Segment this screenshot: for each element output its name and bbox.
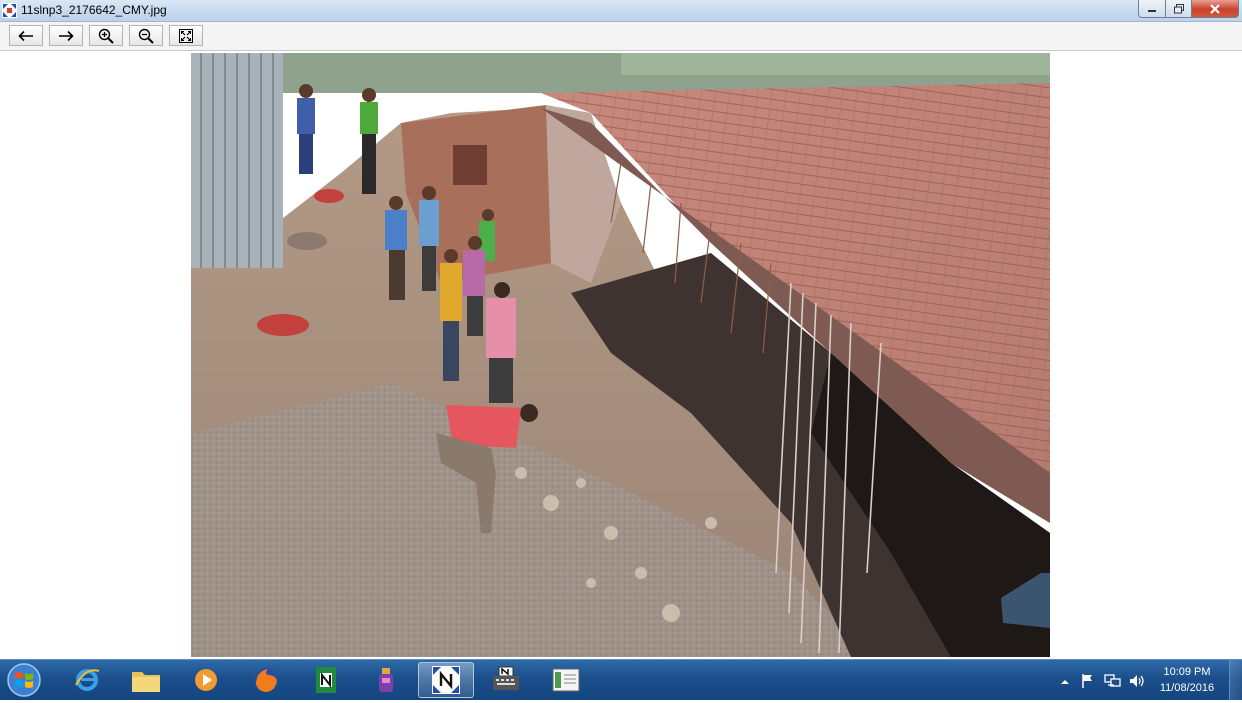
volume-icon[interactable] [1128,673,1146,693]
taskbar-nitro-app[interactable] [298,662,354,698]
n-expand-icon [432,666,460,694]
zoom-in-icon [98,28,114,44]
ink-bottle-icon [379,668,393,692]
zoom-out-icon [138,28,154,44]
ie-icon [75,669,100,691]
notebook-icon [552,668,580,692]
taskbar-file-explorer[interactable] [118,662,174,698]
clock-time[interactable]: 10:09 PM [1157,666,1217,678]
image-viewer-app-icon [2,3,17,18]
minimize-button[interactable] [1138,0,1166,18]
windows-taskbar: 10:09 PM 11/08/2016 [0,659,1242,700]
media-play-icon [195,669,217,691]
close-icon [1210,3,1220,14]
next-image-button[interactable] [49,25,83,46]
construction-site-photo [191,53,1050,657]
windows-logo-icon [7,663,41,697]
n-app-icon [316,667,336,693]
start-button[interactable] [4,661,44,699]
arrow-right-icon [59,30,74,41]
taskbar-firefox[interactable] [238,662,294,698]
firefox-icon [254,668,278,692]
zoom-out-button[interactable] [129,25,163,46]
taskbar-image-viewer[interactable] [418,662,474,698]
restore-icon [1173,3,1184,13]
show-desktop-button[interactable] [1229,660,1242,700]
show-hidden-icons-icon[interactable] [1060,673,1070,692]
taskbar-internet-explorer[interactable] [62,662,112,698]
maximize-button[interactable] [1165,0,1192,18]
network-icon[interactable] [1104,673,1122,693]
zoom-in-button[interactable] [89,25,123,46]
typewriter-icon [493,666,519,690]
action-center-flag-icon[interactable] [1080,673,1096,693]
folder-icon [132,672,160,692]
taskbar-typewriter-app[interactable] [478,662,534,698]
window-title: 11slnp3_2176642_CMY.jpg [21,3,167,17]
taskbar-media-player[interactable] [180,662,232,698]
clock-date[interactable]: 11/08/2016 [1157,682,1217,694]
image-canvas[interactable] [0,51,1242,659]
taskbar-ink-app[interactable] [358,662,414,698]
fit-to-window-button[interactable] [169,25,203,46]
viewer-toolbar [0,22,1242,51]
close-button[interactable] [1191,0,1239,18]
arrow-left-icon [18,30,33,41]
previous-image-button[interactable] [9,25,43,46]
fit-window-icon [179,28,193,43]
minimize-icon [1148,9,1156,12]
taskbar-notebook-app[interactable] [538,662,594,698]
window-title-bar[interactable]: 11slnp3_2176642_CMY.jpg [0,0,1242,22]
